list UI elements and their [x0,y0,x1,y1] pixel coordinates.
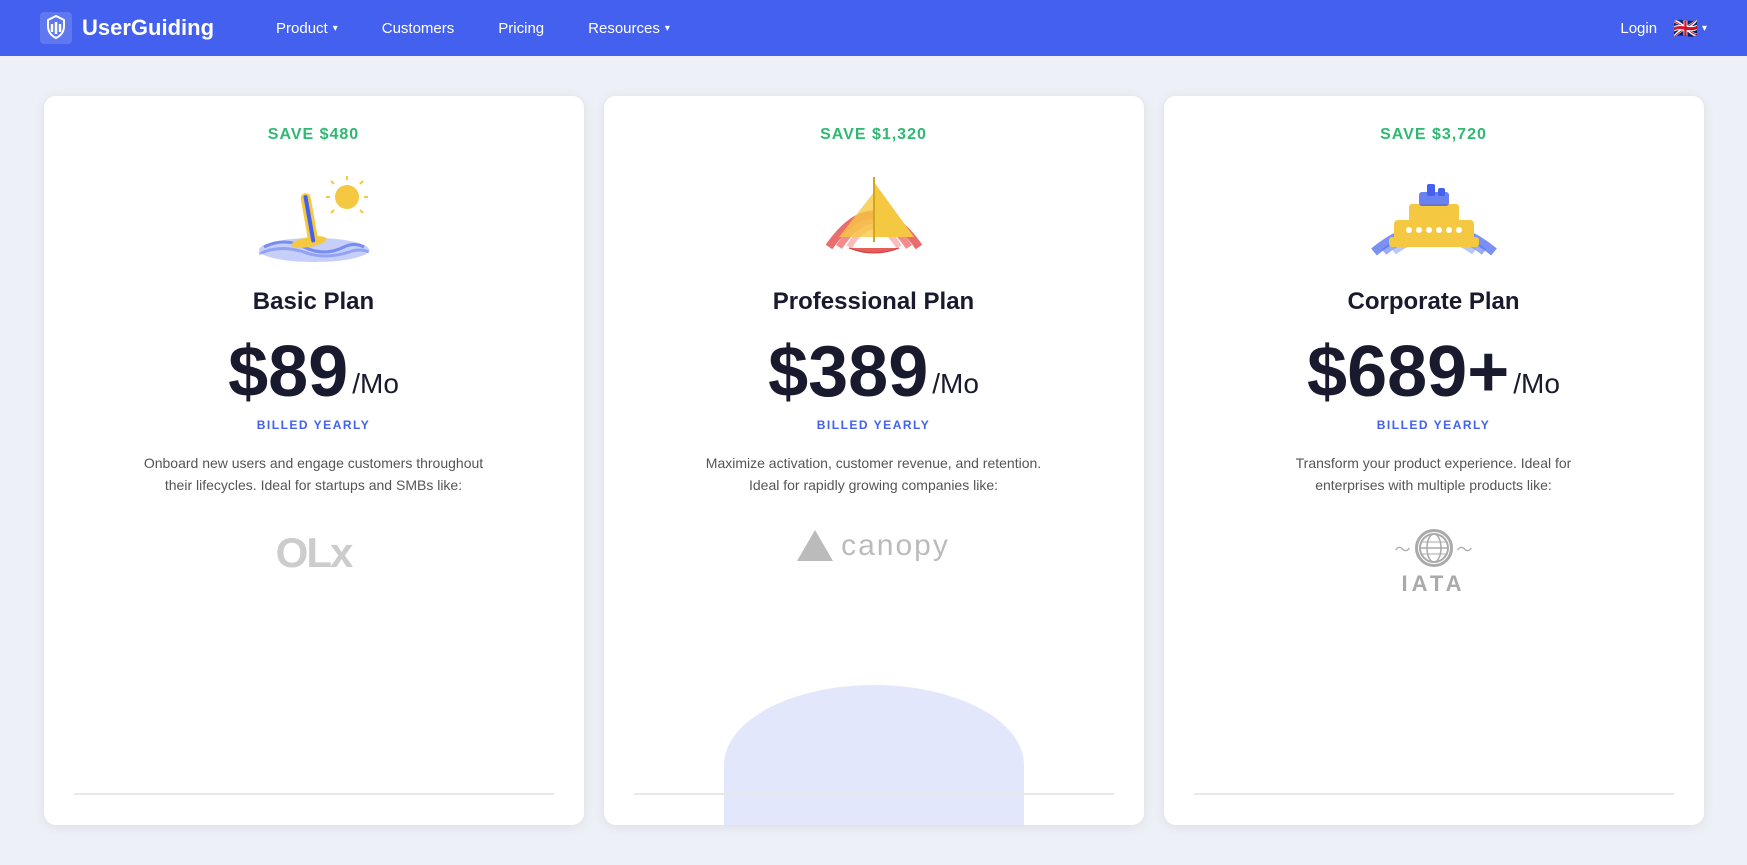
userguiding-logo-icon [40,12,72,44]
pricing-section: SAVE $480 [0,56,1747,865]
iata-right-wing-icon: 〜 [1457,536,1473,560]
pro-price-row: $389 /Mo [768,336,979,408]
iata-text: IATA [1401,571,1465,597]
corp-plan-name: Corporate Plan [1347,288,1519,316]
logo-link[interactable]: UserGuiding [40,12,214,44]
basic-billed: BILLED YEARLY [257,418,371,432]
resources-chevron-icon: ▾ [665,23,670,34]
nav-links: Product ▾ Customers Pricing Resources ▾ [254,0,1620,56]
iata-globe-wings: 〜 〜 [1394,529,1472,567]
corp-illustration [1369,162,1499,272]
login-link[interactable]: Login [1620,20,1657,37]
corp-billed: BILLED YEARLY [1377,418,1491,432]
navbar: UserGuiding Product ▾ Customers Pricing … [0,0,1747,56]
corporate-plan-card: SAVE $3,720 [1164,96,1704,825]
corp-price-row: $689+ /Mo [1307,336,1560,408]
corp-divider [1194,793,1674,795]
nav-customers[interactable]: Customers [360,0,477,56]
corp-price: $689+ [1307,336,1509,408]
pro-description: Maximize activation, customer revenue, a… [704,452,1044,497]
product-chevron-icon: ▾ [333,23,338,34]
iata-customer-logo: 〜 〜 IATA [1394,529,1472,597]
language-chevron-icon: ▾ [1702,23,1707,34]
nav-resources[interactable]: Resources ▾ [566,0,692,56]
language-flag: 🇬🇧 [1673,16,1698,41]
basic-divider [74,793,554,795]
pro-price: $389 [768,336,928,408]
basic-save-badge: SAVE $480 [268,126,359,144]
corp-save-badge: SAVE $3,720 [1380,126,1487,144]
pro-period: /Mo [932,368,979,400]
nav-product[interactable]: Product ▾ [254,0,360,56]
professional-plan-card: SAVE $1,320 Professional [604,96,1144,825]
basic-period: /Mo [352,368,399,400]
pro-billed: BILLED YEARLY [817,418,931,432]
nav-right: Login 🇬🇧 ▾ [1620,16,1707,41]
canopy-triangle-icon [797,530,833,561]
pro-plan-name: Professional Plan [773,288,974,316]
olx-logo: OLx [276,529,352,577]
canopy-customer-logo: canopy [797,529,950,563]
canopy-text: canopy [841,529,950,563]
logo-text: UserGuiding [82,15,214,41]
basic-price-row: $89 /Mo [228,336,399,408]
pricing-grid: SAVE $480 [34,96,1714,825]
pro-illustration [809,162,939,272]
basic-description: Onboard new users and engage customers t… [144,452,484,497]
basic-plan-name: Basic Plan [253,288,374,316]
corp-description: Transform your product experience. Ideal… [1264,452,1604,497]
language-selector[interactable]: 🇬🇧 ▾ [1673,16,1707,41]
basic-plan-card: SAVE $480 [44,96,584,825]
pro-save-badge: SAVE $1,320 [820,126,927,144]
basic-illustration [249,162,379,272]
basic-price: $89 [228,336,348,408]
pro-divider [634,793,1114,795]
iata-left-wing-icon: 〜 [1394,536,1410,560]
nav-pricing[interactable]: Pricing [476,0,566,56]
iata-globe-icon [1415,529,1453,567]
corp-period: /Mo [1513,368,1560,400]
basic-customer-logo: OLx [276,529,352,577]
